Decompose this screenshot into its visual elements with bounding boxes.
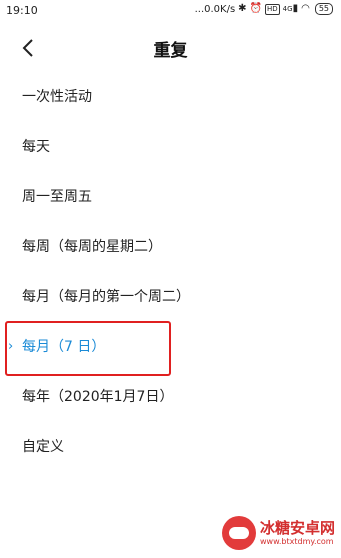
page-title: 重复: [153, 41, 188, 61]
status-icons: ...0.0K/s ✱ ⏰ HD 4G▮ ◠ 55: [195, 3, 333, 15]
wifi-icon: ◠: [301, 3, 310, 14]
option-label: 每周（每周的星期二）: [22, 239, 162, 255]
option-daily[interactable]: 每天: [0, 122, 341, 172]
option-label: 每天: [22, 139, 50, 155]
status-time: 19:10: [6, 4, 38, 17]
option-label: 每年（2020年1月7日）: [22, 389, 174, 405]
option-once[interactable]: 一次性活动: [0, 72, 341, 122]
bluetooth-icon: ✱: [238, 3, 247, 14]
watermark-url: www.btxtdmy.com: [259, 537, 334, 546]
option-custom[interactable]: 自定义: [0, 422, 341, 472]
alarm-icon: ⏰: [249, 3, 263, 14]
option-yearly[interactable]: 每年（2020年1月7日）: [0, 372, 341, 422]
signal-label: 4G: [282, 5, 293, 13]
watermark-name: 冰糖安卓网: [259, 519, 335, 537]
signal-icon: 4G▮: [282, 3, 299, 14]
option-label: 每月（每月的第一个周二）: [22, 289, 190, 305]
net-speed: ...0.0K/s: [194, 3, 236, 15]
option-weekly[interactable]: 每周（每周的星期二）: [0, 222, 341, 272]
header: 重复: [0, 30, 341, 66]
repeat-options-list: 一次性活动 每天 周一至周五 每周（每周的星期二） 每月（每月的第一个周二） ›…: [0, 72, 341, 472]
watermark-text: 冰糖安卓网 www.btxtdmy.com: [260, 519, 335, 547]
status-bar: 19:10 ...0.0K/s ✱ ⏰ HD 4G▮ ◠ 55: [0, 0, 341, 22]
hd-badge: HD: [265, 3, 280, 15]
highlight-box: [5, 321, 171, 376]
watermark-logo-icon: [221, 516, 256, 550]
option-weekdays[interactable]: 周一至周五: [0, 172, 341, 222]
option-monthly-weekday[interactable]: 每月（每月的第一个周二）: [0, 272, 341, 322]
watermark: 冰糖安卓网 www.btxtdmy.com: [221, 516, 335, 550]
battery-icon: 55: [314, 3, 333, 15]
option-label: 一次性活动: [22, 89, 92, 105]
option-label: 周一至周五: [22, 189, 92, 205]
option-label: 自定义: [22, 439, 64, 455]
